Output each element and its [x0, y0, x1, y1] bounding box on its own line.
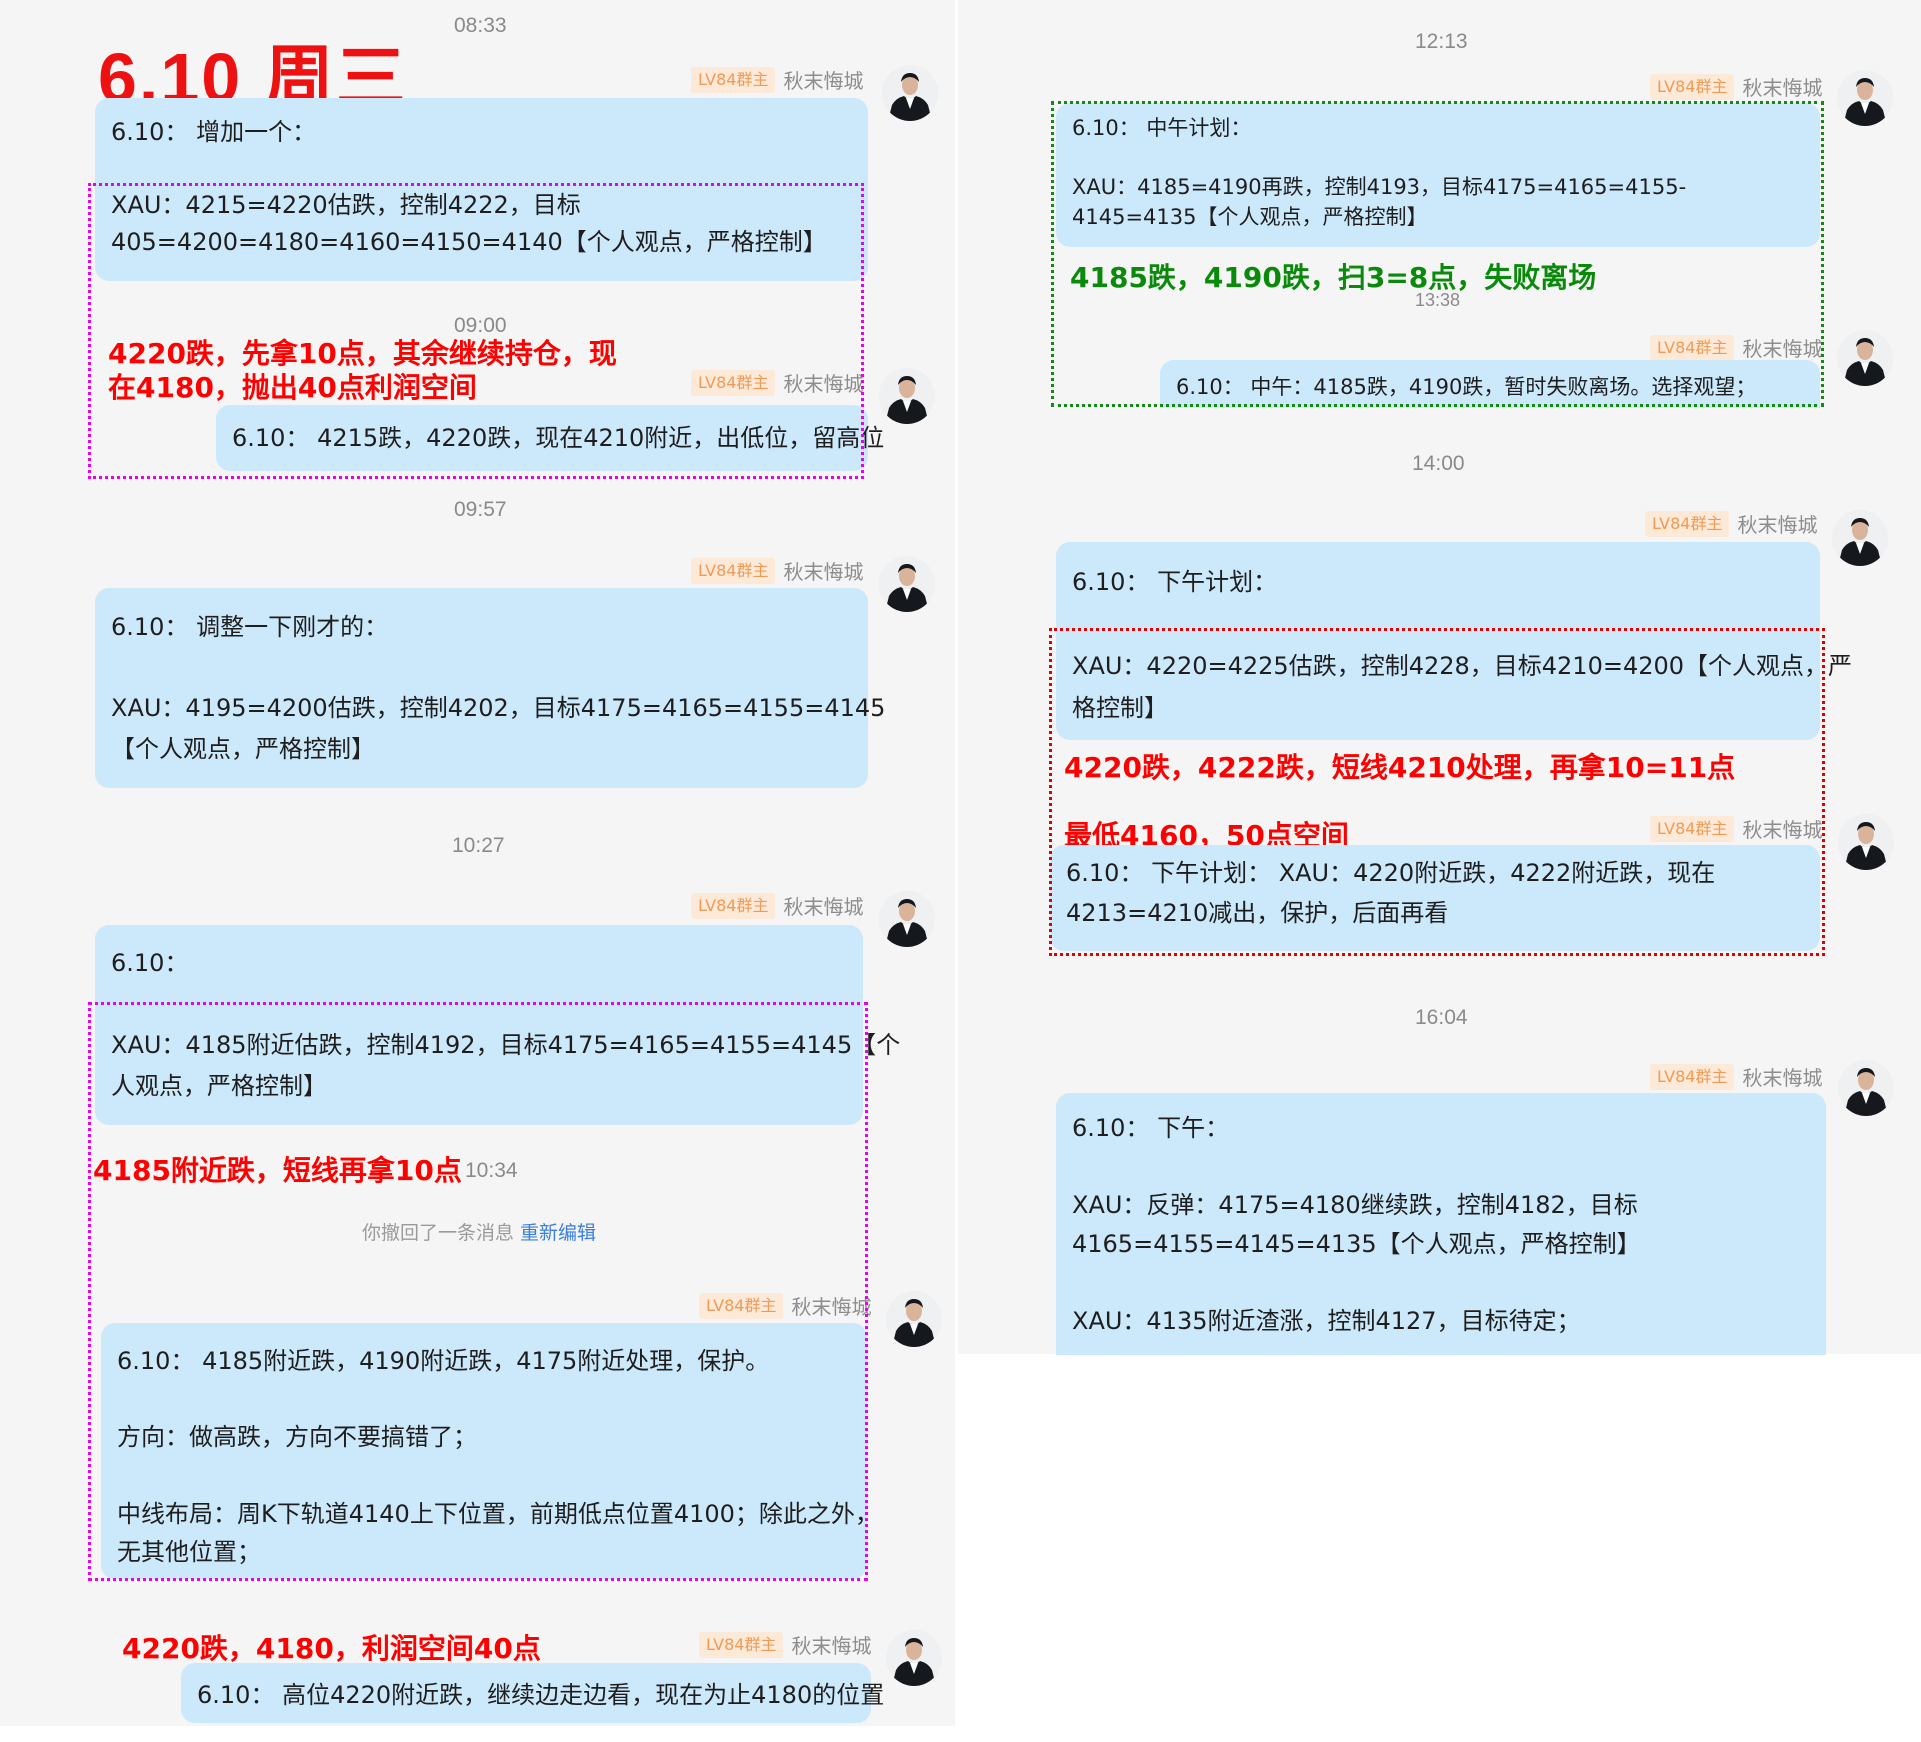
- sender-name: 秋末悔城: [783, 895, 864, 919]
- timestamp: 09:57: [454, 498, 507, 521]
- level-badge: LV84群主: [691, 66, 776, 93]
- sender-name: 秋末悔城: [1737, 513, 1818, 537]
- highlight-box: [1049, 628, 1825, 956]
- sender-name: 秋末悔城: [1742, 1066, 1823, 1090]
- message-text: 6.10： 增加一个：: [111, 118, 317, 146]
- sender-header: LV84群主 秋末悔城: [691, 65, 863, 94]
- sender-header: LV84群主 秋末悔城: [691, 556, 863, 585]
- avatar[interactable]: [882, 65, 938, 121]
- message-text: 【个人观点，严格控制】: [111, 735, 375, 763]
- avatar[interactable]: [1837, 330, 1893, 386]
- message-text: XAU：反弹：4175=4180继续跌，控制4182，目标: [1072, 1191, 1638, 1219]
- sender-header: LV84群主 秋末悔城: [699, 1630, 871, 1659]
- highlight-box: [1051, 101, 1824, 407]
- avatar[interactable]: [1832, 510, 1888, 566]
- avatar[interactable]: [1838, 814, 1894, 870]
- message-text: 4165=4155=4145=4135【个人观点，严格控制】: [1072, 1230, 1641, 1258]
- avatar[interactable]: [879, 368, 935, 424]
- timestamp: 12:13: [1415, 30, 1468, 53]
- avatar[interactable]: [886, 1291, 942, 1347]
- timestamp: 08:33: [454, 14, 507, 37]
- sender-name: 秋末悔城: [1742, 76, 1823, 100]
- sender-header: LV84群主 秋末悔城: [1645, 509, 1817, 538]
- message-text: 6.10： 调整一下刚才的：: [111, 613, 389, 641]
- avatar[interactable]: [879, 891, 935, 947]
- message-text: 6.10： 下午计划：: [1072, 568, 1278, 596]
- level-badge: LV84群主: [1650, 1063, 1735, 1090]
- highlight-box: [88, 1002, 868, 1581]
- sender-header: LV84群主 秋末悔城: [691, 891, 863, 920]
- sender-header: LV84群主 秋末悔城: [1650, 72, 1822, 101]
- sender-name: 秋末悔城: [791, 1634, 872, 1658]
- level-badge: LV84群主: [691, 892, 776, 919]
- avatar[interactable]: [879, 556, 935, 612]
- message-bubble[interactable]: 6.10： 高位4220附近跌，继续边走边看，现在为止4180的位置: [181, 1663, 885, 1723]
- message-text: 6.10：: [111, 949, 189, 977]
- level-badge: LV84群主: [1645, 510, 1730, 537]
- avatar[interactable]: [1838, 1060, 1894, 1116]
- annotation-note: 4220跌，4180，利润空间40点: [122, 1632, 541, 1665]
- sender-name: 秋末悔城: [783, 69, 864, 93]
- message-text: 6.10： 高位4220附近跌，继续边走边看，现在为止4180的位置: [197, 1681, 885, 1709]
- message-text: XAU：4195=4200估跌，控制4202，目标4175=4165=4155=…: [111, 694, 886, 722]
- level-badge: LV84群主: [691, 557, 776, 584]
- timestamp: 16:04: [1415, 1006, 1468, 1029]
- message-text: 6.10： 下午：: [1072, 1114, 1230, 1142]
- message-bubble[interactable]: 6.10： 调整一下刚才的： XAU：4195=4200估跌，控制4202，目标…: [95, 588, 886, 788]
- highlight-box: [88, 183, 864, 479]
- level-badge: LV84群主: [699, 1631, 784, 1658]
- sender-name: 秋末悔城: [783, 560, 864, 584]
- avatar[interactable]: [886, 1630, 942, 1686]
- timestamp: 14:00: [1412, 452, 1465, 475]
- avatar[interactable]: [1837, 70, 1893, 126]
- sender-header: LV84群主 秋末悔城: [1650, 1062, 1822, 1091]
- timestamp: 10:27: [452, 834, 505, 857]
- message-bubble[interactable]: 6.10： 下午： XAU：反弹：4175=4180继续跌，控制4182，目标 …: [1056, 1093, 1826, 1355]
- message-text: XAU：4135附近渣涨，控制4127，目标待定；: [1072, 1307, 1581, 1335]
- level-badge: LV84群主: [1650, 73, 1735, 100]
